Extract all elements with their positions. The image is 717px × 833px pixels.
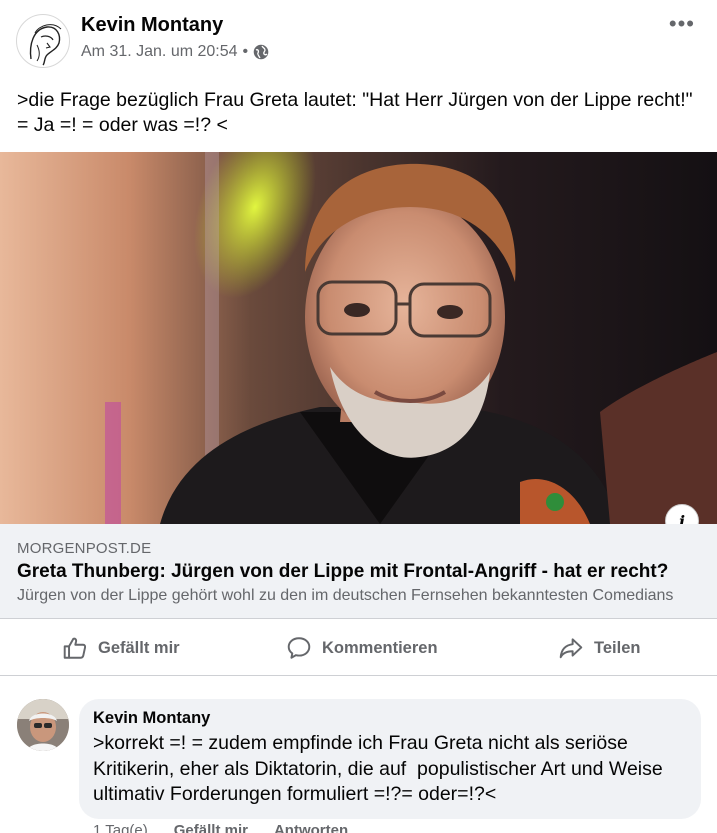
post-meta: Am 31. Jan. um 20:54 • xyxy=(81,43,269,61)
share-arrow-icon xyxy=(559,638,583,659)
post-text: >die Frage bezüglich Frau Greta lautet: … xyxy=(17,89,693,136)
person-photo xyxy=(17,699,69,751)
globe-icon[interactable] xyxy=(253,44,269,60)
link-domain: MORGENPOST.DE xyxy=(17,540,152,557)
man-portrait-photo xyxy=(0,152,717,524)
like-button[interactable]: Gefällt mir xyxy=(62,619,180,677)
comment-reply-link[interactable]: Antworten xyxy=(274,822,348,833)
comment-bubble: Kevin Montany >korrekt =! = zudem empfin… xyxy=(79,699,701,819)
comment-actions: 1 Tag(e) Gefällt mir Antworten xyxy=(93,822,348,833)
link-description: Jürgen von der Lippe gehört wohl zu den … xyxy=(17,587,674,604)
commenter-avatar[interactable] xyxy=(17,699,69,751)
post-timestamp[interactable]: Am 31. Jan. um 20:54 xyxy=(81,43,238,61)
like-label: Gefällt mir xyxy=(98,638,180,657)
post-actions-bar: Gefällt mir Kommentieren Teilen xyxy=(0,618,717,676)
more-options-icon[interactable]: ••• xyxy=(669,13,695,35)
share-label: Teilen xyxy=(594,638,641,657)
link-title[interactable]: Greta Thunberg: Jürgen von der Lippe mit… xyxy=(17,561,700,583)
speech-bubble-icon xyxy=(287,637,311,659)
link-preview-details[interactable]: MORGENPOST.DE Greta Thunberg: Jürgen von… xyxy=(0,524,717,618)
comment-like-link[interactable]: Gefällt mir xyxy=(174,822,248,833)
comment-text: >korrekt =! = zudem empfinde ich Frau Gr… xyxy=(93,732,669,805)
author-avatar[interactable] xyxy=(16,14,70,68)
comment-label: Kommentieren xyxy=(322,638,438,657)
comment-button[interactable]: Kommentieren xyxy=(286,619,438,677)
link-preview-image[interactable] xyxy=(0,152,717,524)
post-header: Kevin Montany Am 31. Jan. um 20:54 • ••• xyxy=(0,0,717,80)
meta-separator: • xyxy=(242,43,249,60)
thumbs-up-icon xyxy=(63,637,87,659)
comment-age[interactable]: 1 Tag(e) xyxy=(93,822,148,833)
sketch-portrait-icon xyxy=(29,24,62,66)
post-author[interactable]: Kevin Montany xyxy=(81,14,223,37)
share-button[interactable]: Teilen xyxy=(558,619,640,677)
comment-author[interactable]: Kevin Montany xyxy=(93,709,687,728)
